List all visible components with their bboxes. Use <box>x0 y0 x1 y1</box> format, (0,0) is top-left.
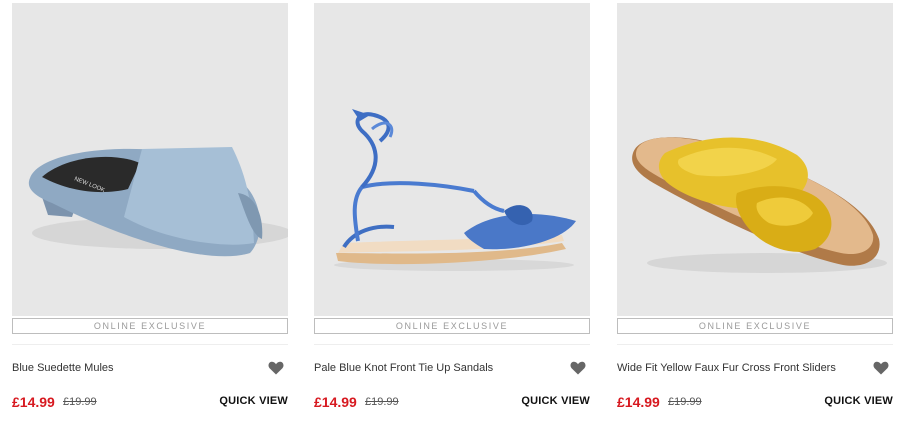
sale-price: £14.99 <box>12 394 55 410</box>
product-image-link[interactable] <box>617 3 893 316</box>
quick-view-button[interactable]: QUICK VIEW <box>824 395 893 407</box>
sale-price: £14.99 <box>314 394 357 410</box>
product-image-link[interactable]: NEW LOOK <box>12 3 288 316</box>
product-card[interactable]: ONLINE EXCLUSIVE Pale Blue Knot Front Ti… <box>314 0 590 428</box>
online-exclusive-badge: ONLINE EXCLUSIVE <box>617 318 893 334</box>
quick-view-button[interactable]: QUICK VIEW <box>521 395 590 407</box>
divider <box>12 344 288 345</box>
heart-icon[interactable] <box>873 361 889 375</box>
yellow-fur-slider-image <box>632 137 887 273</box>
product-card[interactable]: ONLINE EXCLUSIVE Wide Fit Yellow Faux Fu… <box>617 0 893 428</box>
blue-mule-image: NEW LOOK <box>28 147 288 257</box>
sale-price: £14.99 <box>617 394 660 410</box>
original-price: £19.99 <box>365 396 399 408</box>
online-exclusive-badge: ONLINE EXCLUSIVE <box>314 318 590 334</box>
online-exclusive-badge: ONLINE EXCLUSIVE <box>12 318 288 334</box>
original-price: £19.99 <box>63 396 97 408</box>
original-price: £19.99 <box>668 396 702 408</box>
product-name[interactable]: Pale Blue Knot Front Tie Up Sandals <box>314 362 554 374</box>
blue-tie-up-sandal-image <box>334 109 576 271</box>
product-name[interactable]: Wide Fit Yellow Faux Fur Cross Front Sli… <box>617 362 857 374</box>
product-image-link[interactable] <box>314 3 590 316</box>
product-name[interactable]: Blue Suedette Mules <box>12 362 252 374</box>
quick-view-button[interactable]: QUICK VIEW <box>219 395 288 407</box>
divider <box>617 344 893 345</box>
heart-icon[interactable] <box>570 361 586 375</box>
heart-icon[interactable] <box>268 361 284 375</box>
product-card[interactable]: NEW LOOK ONLINE EXCLUSIVE Blue Suedette … <box>12 0 288 428</box>
divider <box>314 344 590 345</box>
